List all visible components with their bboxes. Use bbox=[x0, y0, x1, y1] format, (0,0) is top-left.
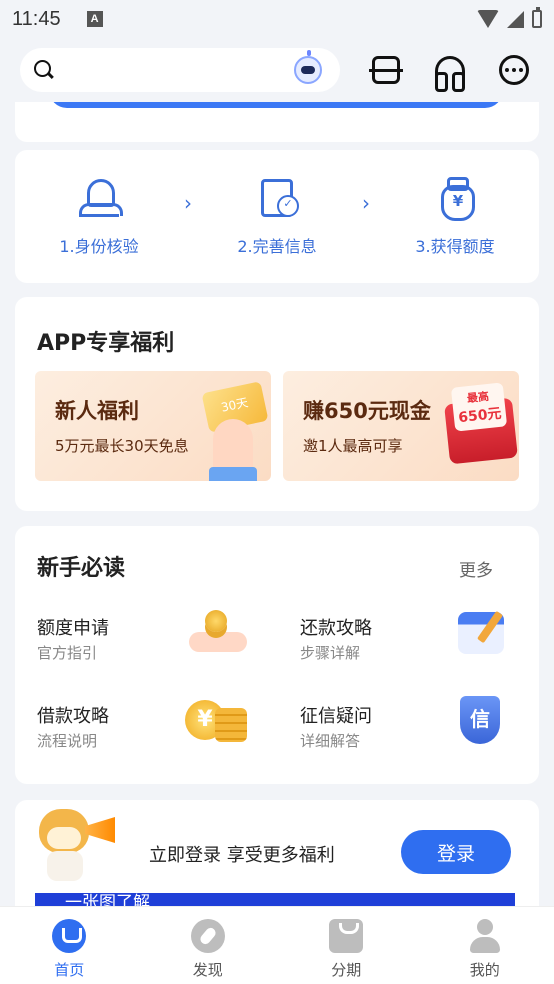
mascot-body bbox=[47, 851, 83, 881]
calendar-icon bbox=[448, 606, 512, 666]
customer-service-button[interactable] bbox=[432, 52, 468, 92]
scan-button[interactable] bbox=[368, 52, 404, 88]
benefits-card: APP专享福利 新人福利 5万元最长30天免息 30天 赚650元现金 邀1人最… bbox=[15, 297, 539, 511]
robot-assistant-icon[interactable] bbox=[294, 50, 322, 84]
promo-subtitle: 邀1人最高可享 bbox=[303, 437, 403, 455]
guide-title: 新手必读 bbox=[37, 556, 126, 581]
mascot-face bbox=[47, 827, 81, 849]
message-button[interactable] bbox=[496, 52, 532, 88]
search-bar[interactable] bbox=[20, 48, 340, 92]
benefits-title: APP专享福利 bbox=[37, 331, 175, 356]
document-check-icon bbox=[257, 177, 299, 217]
chevron-right-icon: › bbox=[362, 190, 370, 215]
steps-card: 1.身份核验 › 2.完善信息 › 3.获得额度 bbox=[15, 150, 539, 283]
nav-label: 分期 bbox=[331, 961, 362, 979]
hand-coin-icon bbox=[185, 606, 249, 666]
top-header bbox=[0, 38, 554, 102]
guide-item-subtitle: 详细解答 bbox=[300, 732, 361, 750]
guide-item-title: 额度申请 bbox=[37, 618, 109, 639]
guide-item-subtitle: 流程说明 bbox=[37, 732, 98, 750]
compass-icon bbox=[190, 919, 225, 953]
nav-home[interactable]: 首页 bbox=[29, 919, 109, 980]
guide-item-borrow[interactable]: 借款攻略 流程说明 bbox=[37, 700, 287, 772]
user-icon bbox=[468, 919, 502, 953]
nav-mine[interactable]: 我的 bbox=[445, 919, 525, 980]
more-link[interactable]: 更多 bbox=[459, 556, 493, 581]
promo-invite-cash[interactable]: 赚650元现金 邀1人最高可享 最高 650元 bbox=[283, 371, 519, 481]
money-bag-icon bbox=[435, 176, 475, 221]
wifi-icon bbox=[477, 10, 499, 28]
guide-item-subtitle: 步骤详解 bbox=[300, 644, 361, 662]
megaphone-icon bbox=[85, 817, 115, 843]
promo-title: 新人福利 bbox=[55, 399, 139, 423]
bottom-navigation: 首页 发现 分期 我的 bbox=[0, 906, 554, 984]
battery-icon bbox=[532, 7, 542, 28]
guide-item-repay[interactable]: 还款攻略 步骤详解 bbox=[300, 612, 550, 684]
installment-bag-icon bbox=[329, 919, 364, 953]
nav-installment[interactable]: 分期 bbox=[306, 919, 386, 980]
status-bar: 11:45 A bbox=[0, 0, 554, 38]
coins-icon bbox=[185, 694, 249, 754]
guide-item-title: 借款攻略 bbox=[37, 706, 109, 727]
search-input[interactable] bbox=[64, 61, 264, 79]
identity-icon bbox=[79, 177, 123, 217]
status-indicators bbox=[477, 7, 542, 28]
step-label: 3.获得额度 bbox=[415, 236, 495, 256]
step-quota[interactable]: 3.获得额度 bbox=[395, 176, 515, 257]
step-label: 2.完善信息 bbox=[237, 236, 317, 256]
step-label: 1.身份核验 bbox=[59, 236, 139, 256]
notification-a-icon: A bbox=[86, 11, 103, 27]
headset-icon bbox=[435, 56, 465, 92]
guide-item-quota-apply[interactable]: 额度申请 官方指引 bbox=[37, 610, 287, 684]
promo-new-user[interactable]: 新人福利 5万元最长30天免息 30天 bbox=[35, 371, 271, 481]
promo-title: 赚650元现金 bbox=[303, 399, 431, 423]
cash-card-illustration: 最高 650元 bbox=[450, 382, 508, 432]
apply-button-partial[interactable] bbox=[49, 102, 503, 108]
sleeve-illustration bbox=[209, 467, 257, 481]
nav-label: 首页 bbox=[54, 961, 85, 979]
step-identity[interactable]: 1.身份核验 bbox=[39, 177, 159, 257]
promo-subtitle: 5万元最长30天免息 bbox=[55, 437, 189, 455]
guide-item-title: 征信疑问 bbox=[300, 706, 372, 727]
login-button[interactable]: 登录 bbox=[401, 830, 511, 874]
guide-item-title: 还款攻略 bbox=[300, 618, 372, 639]
guide-item-credit[interactable]: 征信疑问 详细解答 bbox=[300, 696, 550, 772]
scan-icon bbox=[369, 56, 403, 84]
status-time: 11:45 bbox=[12, 7, 61, 30]
beginner-guide-card: 新手必读 更多 额度申请 官方指引 还款攻略 步骤详解 借款攻略 流程说明 征信… bbox=[15, 526, 539, 784]
top-partial-card bbox=[15, 102, 539, 142]
credit-shield-icon bbox=[448, 694, 512, 754]
guide-item-subtitle: 官方指引 bbox=[37, 644, 98, 662]
nav-label: 发现 bbox=[192, 961, 223, 979]
login-prompt-text: 立即登录 享受更多福利 bbox=[149, 845, 335, 866]
nav-label: 我的 bbox=[469, 961, 500, 979]
home-icon bbox=[52, 919, 87, 953]
chevron-right-icon: › bbox=[184, 190, 192, 215]
message-icon bbox=[499, 55, 529, 85]
step-info[interactable]: 2.完善信息 bbox=[217, 177, 337, 257]
nav-discover[interactable]: 发现 bbox=[168, 919, 248, 980]
card-amount-text: 650元 bbox=[457, 405, 503, 427]
login-prompt-bar: 立即登录 享受更多福利 登录 bbox=[15, 809, 539, 893]
mascot-illustration bbox=[29, 803, 119, 883]
search-icon bbox=[34, 60, 54, 80]
cellular-signal-icon bbox=[507, 10, 524, 28]
